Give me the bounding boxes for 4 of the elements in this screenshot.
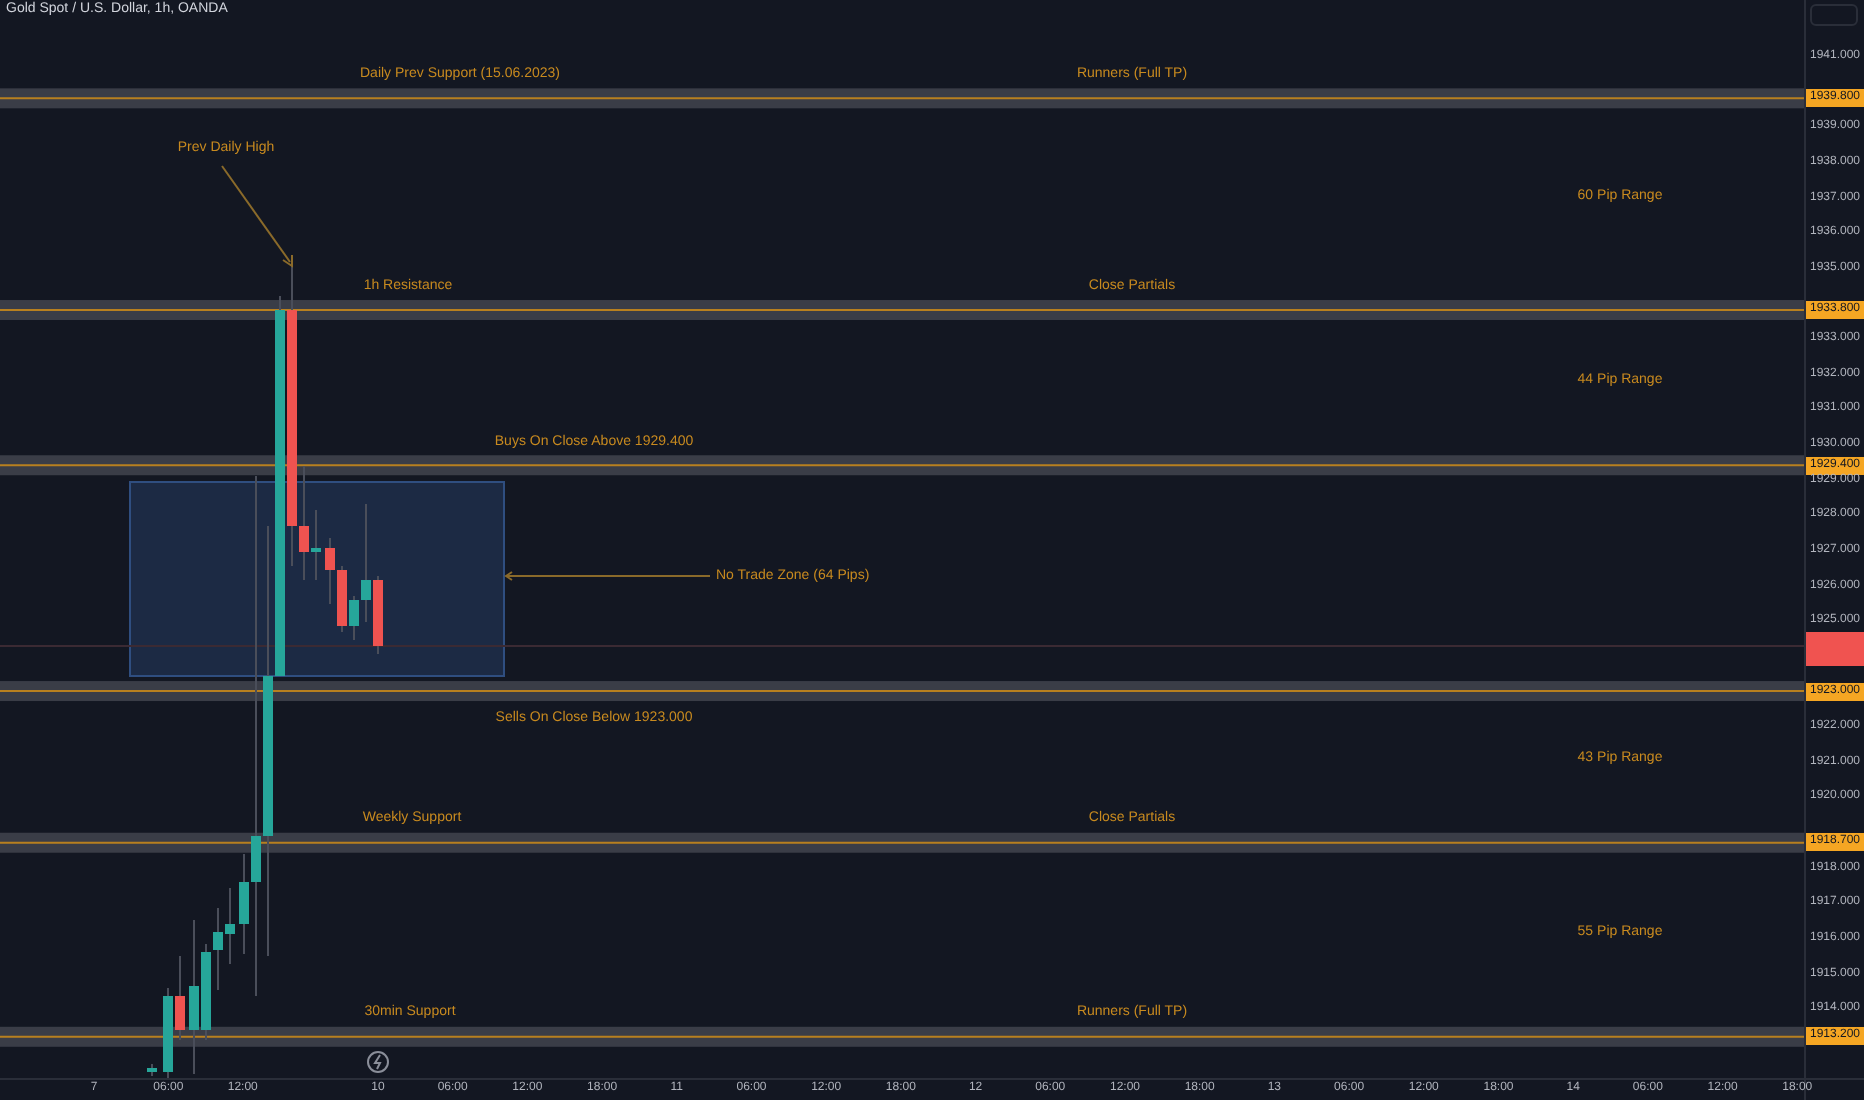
lightning-icon[interactable]	[367, 1051, 389, 1073]
arrow	[221, 165, 293, 268]
candle	[147, 1063, 157, 1077]
last-price-tag	[1806, 632, 1864, 666]
